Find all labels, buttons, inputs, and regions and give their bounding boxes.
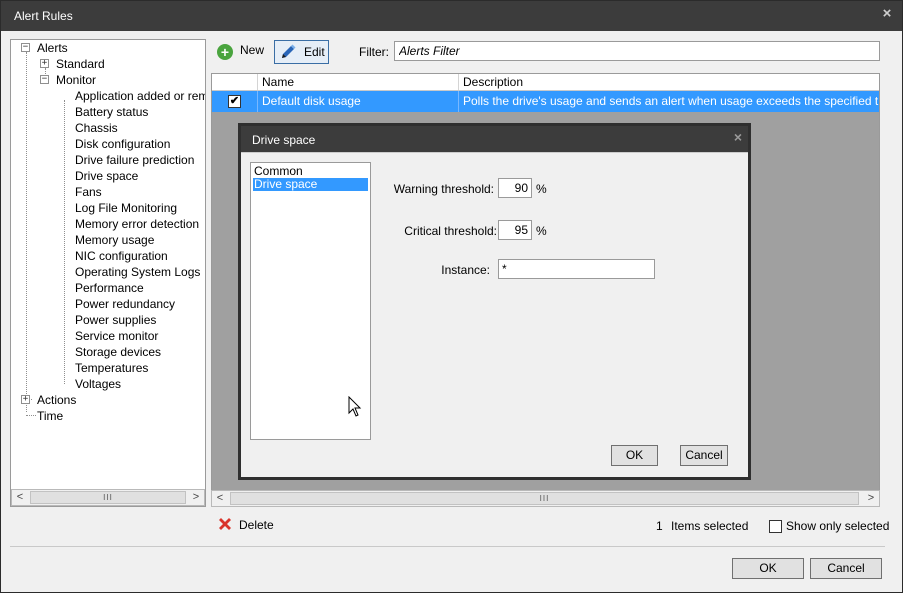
expand-icon[interactable]: + xyxy=(40,59,49,68)
tree-item-label: Application added or remov xyxy=(75,89,205,103)
table-row[interactable]: ✔ Default disk usage Polls the drive's u… xyxy=(212,91,879,112)
collapse-icon[interactable]: − xyxy=(21,43,30,52)
expand-icon[interactable]: + xyxy=(21,395,30,404)
rules-tree: − Alerts + Standard − Monitor Applicatio… xyxy=(10,39,206,507)
row-name-cell: Default disk usage xyxy=(257,91,458,112)
warning-percent-label: % xyxy=(536,182,547,196)
tree-item-label: Log File Monitoring xyxy=(75,201,178,215)
tree-item-label: Voltages xyxy=(75,377,122,391)
grid-header: Name Description xyxy=(212,74,879,91)
edit-button-label: Edit xyxy=(304,45,325,59)
scroll-thumb[interactable]: III xyxy=(230,492,859,505)
collapse-icon[interactable]: − xyxy=(40,75,49,84)
selected-count: 1 xyxy=(656,519,663,533)
tree-item-label: Actions xyxy=(37,393,77,407)
delete-icon[interactable] xyxy=(217,516,233,532)
scroll-thumb[interactable]: III xyxy=(30,491,186,504)
tree-item-label: Power supplies xyxy=(75,313,157,327)
warning-threshold-label: Warning threshold: xyxy=(393,182,494,196)
tree-item-label: Battery status xyxy=(75,105,149,119)
column-header-description[interactable]: Description xyxy=(458,74,879,90)
warning-threshold-input[interactable] xyxy=(498,178,532,198)
tree-item-label: Drive space xyxy=(75,169,139,183)
tree-item-label: Temperatures xyxy=(75,361,149,375)
dialog-title: Drive space xyxy=(252,133,316,147)
scroll-left-icon[interactable]: < xyxy=(12,490,28,505)
tree-item-label: Disk configuration xyxy=(75,137,171,151)
grid-horizontal-scrollbar[interactable]: < III > xyxy=(211,490,880,507)
instance-label: Instance: xyxy=(441,263,490,277)
window-title: Alert Rules xyxy=(14,9,73,23)
show-only-selected-label[interactable]: Show only selected xyxy=(786,519,889,533)
tree-line xyxy=(64,100,65,384)
tree-item-label: Power redundancy xyxy=(75,297,176,311)
dialog-titlebar: Drive space × xyxy=(241,126,748,152)
dialog-ok-button[interactable]: OK xyxy=(611,445,658,466)
dialog-body: Common Drive space Warning threshold: % … xyxy=(241,152,748,477)
tree-item-label: Memory error detection xyxy=(75,217,200,231)
drive-space-dialog: Drive space × Common Drive space Warning… xyxy=(238,123,751,480)
critical-threshold-input[interactable] xyxy=(498,220,532,240)
tree-item-label: Memory usage xyxy=(75,233,155,247)
new-button[interactable]: New xyxy=(240,39,264,63)
tree-horizontal-scrollbar[interactable]: < III > xyxy=(11,489,205,506)
close-icon[interactable]: × xyxy=(880,6,894,22)
alert-rules-window: Alert Rules × − Alerts + Standard − Moni… xyxy=(0,0,903,593)
list-item-drive-space[interactable]: Drive space xyxy=(253,178,368,191)
scroll-right-icon[interactable]: > xyxy=(188,490,204,505)
row-checkbox[interactable]: ✔ xyxy=(228,95,241,108)
critical-percent-label: % xyxy=(536,224,547,238)
tree-item-label: Drive failure prediction xyxy=(75,153,195,167)
cancel-button[interactable]: Cancel xyxy=(810,558,882,579)
critical-threshold-label: Critical threshold: xyxy=(404,224,497,238)
add-icon[interactable]: + xyxy=(217,44,233,60)
tree-item-label: Service monitor xyxy=(75,329,159,343)
filter-input[interactable] xyxy=(394,41,880,61)
window-titlebar: Alert Rules × xyxy=(1,1,902,31)
items-selected-label: Items selected xyxy=(671,519,749,533)
show-only-selected-checkbox[interactable] xyxy=(769,520,782,533)
tree-item-label: Standard xyxy=(56,57,105,71)
instance-input[interactable] xyxy=(498,259,655,279)
pencil-icon xyxy=(282,44,296,58)
tree-item-label: Fans xyxy=(75,185,102,199)
scroll-right-icon[interactable]: > xyxy=(863,491,879,506)
tree-item-label: Chassis xyxy=(75,121,118,135)
mouse-cursor-icon xyxy=(348,396,362,417)
ok-button[interactable]: OK xyxy=(732,558,804,579)
dialog-cancel-button[interactable]: Cancel xyxy=(680,445,728,466)
footer-separator xyxy=(10,546,885,547)
tree-item-label: Performance xyxy=(75,281,144,295)
dialog-close-icon[interactable]: × xyxy=(734,129,742,145)
tree-item-label: Monitor xyxy=(56,73,97,87)
scroll-left-icon[interactable]: < xyxy=(212,491,228,506)
tree-item-label: Storage devices xyxy=(75,345,162,359)
tree-line xyxy=(26,52,27,412)
tree-item-label: Operating System Logs xyxy=(75,265,201,279)
tree-item-label: Alerts xyxy=(37,41,68,55)
column-header-name[interactable]: Name xyxy=(257,74,459,90)
edit-button[interactable]: Edit xyxy=(274,40,329,64)
tree-line xyxy=(26,415,36,416)
delete-button[interactable]: Delete xyxy=(239,518,274,532)
tree-item-label: Time xyxy=(37,409,64,423)
filter-label: Filter: xyxy=(359,45,389,59)
tree-item-label: NIC configuration xyxy=(75,249,168,263)
row-description-cell: Polls the drive's usage and sends an ale… xyxy=(458,91,879,112)
